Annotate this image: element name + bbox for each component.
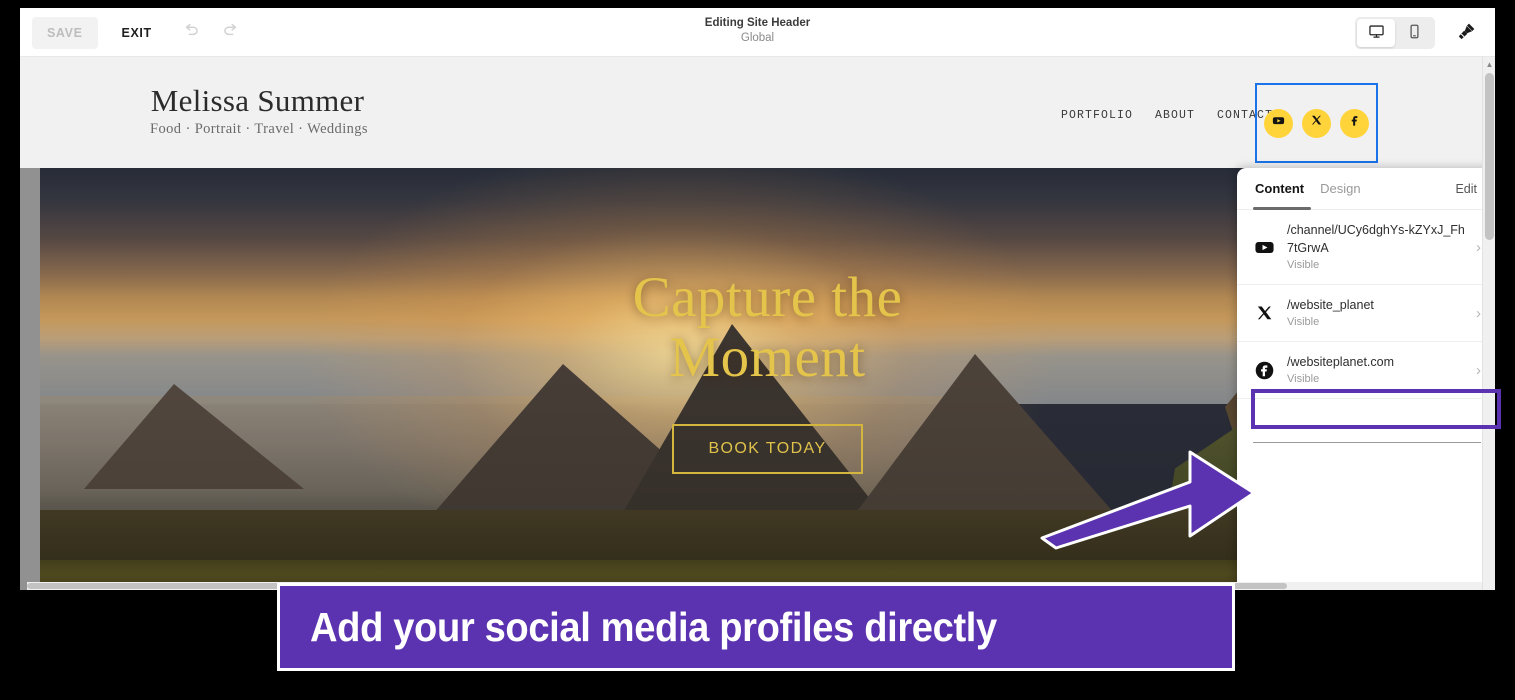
nav-item-about[interactable]: ABOUT [1155,109,1195,122]
site-preview-canvas: Melissa Summer Food · Portrait · Travel … [20,57,1495,590]
profile-url: /websiteplanet.com [1287,355,1395,369]
paintbrush-icon [1456,21,1477,45]
chevron-right-icon[interactable]: › [1476,305,1481,322]
scroll-up-icon[interactable]: ▲ [1483,58,1495,71]
profile-visibility: Visible [1287,316,1320,328]
device-preview-switch [1355,16,1435,49]
social-x-button[interactable] [1302,108,1331,138]
tab-content[interactable]: Content [1252,168,1312,210]
nav-item-portfolio[interactable]: PORTFOLIO [1061,109,1133,122]
youtube-icon [1253,236,1275,258]
save-button[interactable]: SAVE [32,16,98,49]
facebook-icon [1347,113,1362,133]
chevron-right-icon[interactable]: › [1476,239,1481,256]
list-item-text: /channel/UCy6dghYs-kZYxJ_Fh7tGrwA Visibl… [1287,221,1470,273]
x-icon [1253,302,1275,324]
social-profiles-list: /channel/UCy6dghYs-kZYxJ_Fh7tGrwA Visibl… [1237,210,1495,443]
toolbar-left-group: SAVE EXIT [20,8,248,57]
youtube-icon [1271,113,1286,133]
add-social-profile-field[interactable] [1253,410,1481,443]
element-settings-panel: Content Design Edit /channel/UCy6dghYs-k… [1237,168,1495,590]
mobile-icon [1406,23,1423,43]
x-icon [1310,114,1323,132]
panel-tabs: Content Design Edit [1237,168,1495,210]
vertical-scrollbar-thumb[interactable] [1485,73,1494,240]
undo-icon [181,21,201,44]
list-item-text: /website_planet Visible [1287,296,1470,330]
list-item-text: /websiteplanet.com Visible [1287,353,1470,387]
undo-button[interactable] [174,16,208,50]
edit-link[interactable]: Edit [1455,182,1477,196]
annotation-caption-text: Add your social media profiles directly [310,603,997,650]
site-logo[interactable]: Melissa Summer Food · Portrait · Travel … [150,83,368,139]
list-item[interactable]: /websiteplanet.com Visible › [1237,342,1495,399]
social-youtube-button[interactable] [1264,108,1293,138]
device-desktop-button[interactable] [1357,18,1395,47]
social-facebook-button[interactable] [1340,108,1369,138]
tab-design[interactable]: Design [1320,168,1360,210]
facebook-icon [1253,359,1275,381]
theme-brush-button[interactable] [1449,16,1483,50]
profile-visibility: Visible [1287,373,1320,385]
vertical-scrollbar[interactable]: ▲ [1482,57,1495,590]
desktop-icon [1368,23,1385,43]
profile-url: /channel/UCy6dghYs-kZYxJ_Fh7tGrwA [1287,223,1465,255]
toolbar-right-group [1355,8,1483,57]
logo-name: Melissa Summer [150,83,365,118]
redo-button[interactable] [214,16,248,50]
profile-url: /website_planet [1287,298,1374,312]
editor-window: SAVE EXIT Editing Site Header Global Mel… [20,8,1495,590]
exit-button[interactable]: EXIT [112,17,162,49]
profile-visibility: Visible [1287,259,1320,271]
annotation-caption-banner: Add your social media profiles directly [277,583,1235,671]
social-icons-widget-selected[interactable] [1255,83,1378,163]
list-item[interactable]: /channel/UCy6dghYs-kZYxJ_Fh7tGrwA Visibl… [1237,210,1495,285]
list-item[interactable]: /website_planet Visible › [1237,285,1495,342]
chevron-right-icon[interactable]: › [1476,362,1481,379]
redo-icon [221,21,241,44]
book-today-button[interactable]: BOOK TODAY [672,424,863,474]
device-mobile-button[interactable] [1395,19,1433,47]
site-header-section[interactable]: Melissa Summer Food · Portrait · Travel … [20,57,1495,168]
logo-tagline: Food · Portrait · Travel · Weddings [150,121,368,137]
editor-toolbar: SAVE EXIT Editing Site Header Global [20,8,1495,57]
site-navigation: PORTFOLIO ABOUT CONTACT [1061,109,1273,122]
